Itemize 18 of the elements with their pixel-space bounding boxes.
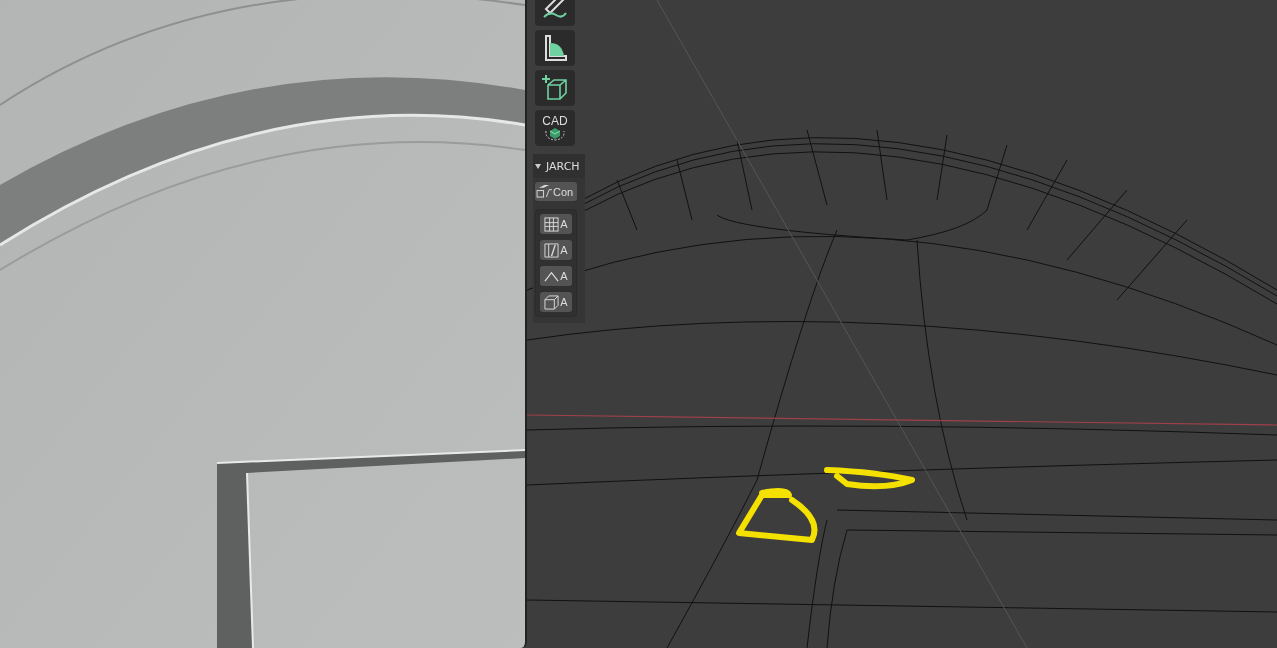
arch-tool-button[interactable]: A [540, 266, 572, 286]
arch-tool-button[interactable]: A [540, 240, 572, 260]
box-icon [544, 294, 560, 310]
tool-button[interactable] [535, 30, 575, 66]
tool-button[interactable]: CAD [535, 110, 575, 146]
panel-title: JARCH [546, 159, 580, 173]
cube-orbit-icon [543, 127, 567, 141]
add-cube-icon [540, 73, 570, 103]
tool-button[interactable] [535, 0, 575, 26]
constraint-button[interactable]: Con [535, 182, 577, 201]
disclosure-triangle-icon[interactable] [535, 163, 541, 169]
tool-button[interactable] [535, 70, 575, 106]
grid-icon [544, 216, 560, 232]
door-icon [544, 242, 560, 258]
arch-tool-button[interactable]: A [540, 214, 572, 234]
panel-header[interactable]: JARCH [533, 154, 585, 178]
arch-tool-button[interactable]: A [540, 292, 572, 312]
shapes-icon [536, 185, 553, 198]
